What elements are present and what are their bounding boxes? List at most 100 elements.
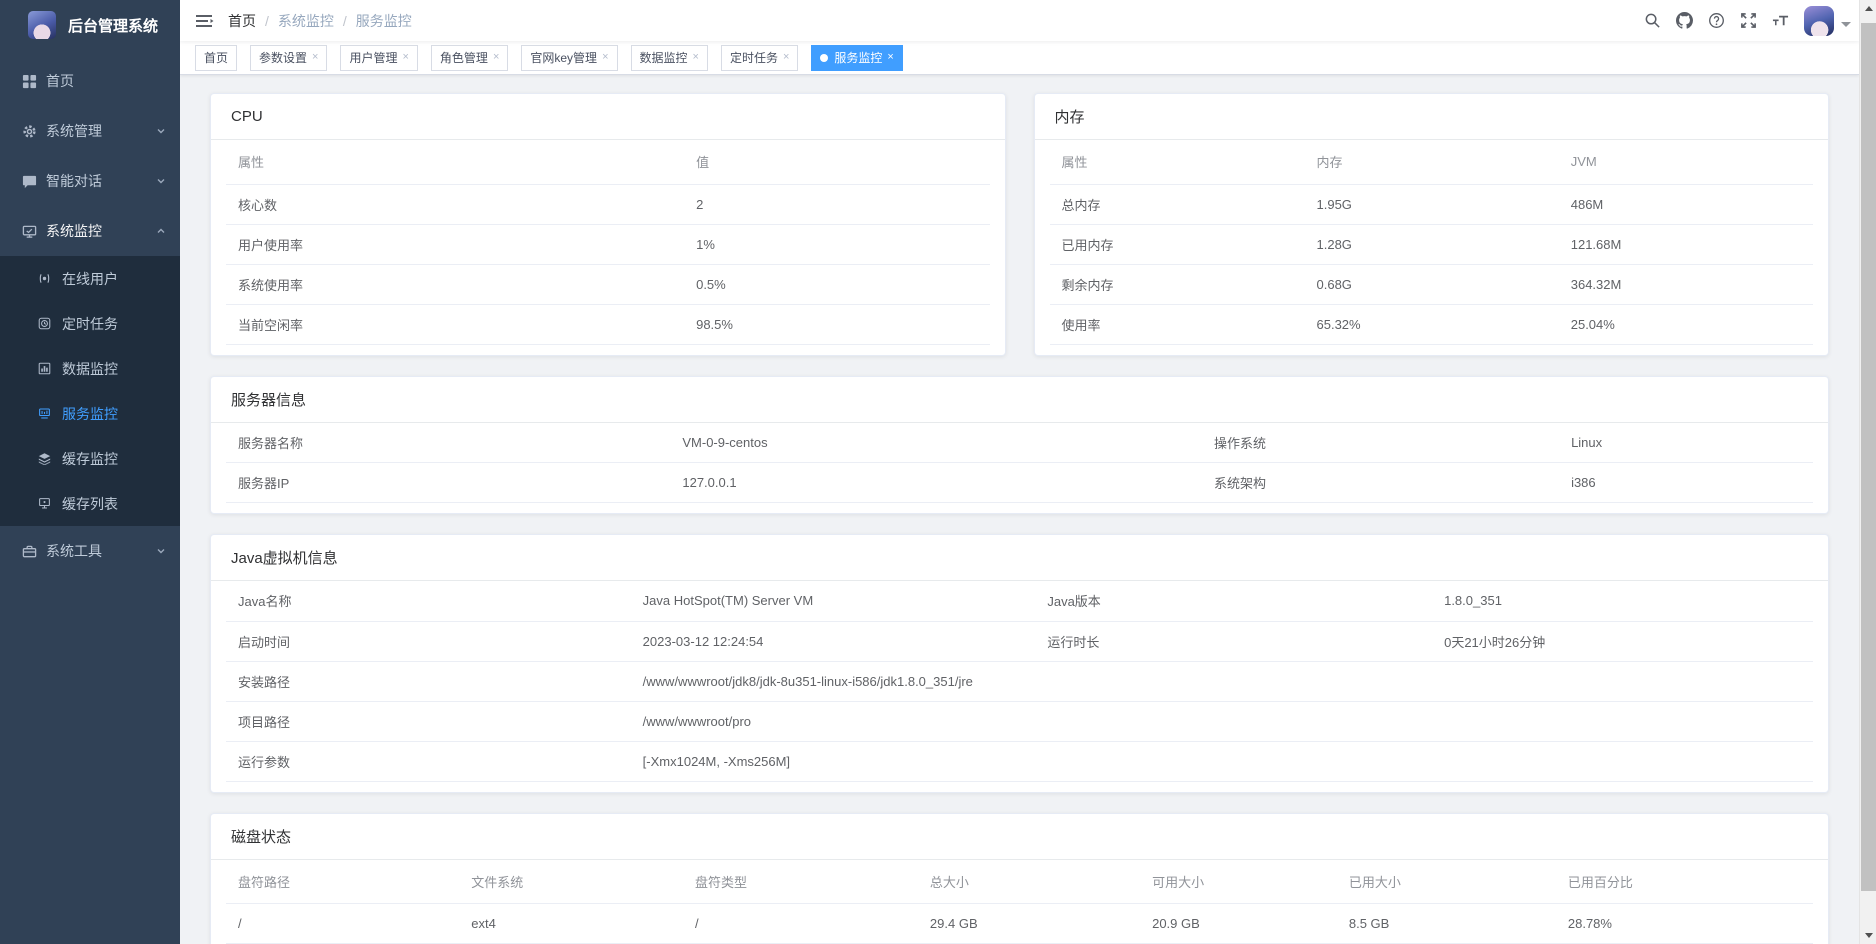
cell-value: [-Xmx1024M, -Xms256M]	[631, 741, 1813, 781]
breadcrumb-home[interactable]: 首页	[228, 11, 256, 31]
cell-label: 系统使用率	[226, 264, 684, 304]
cell-label: 服务器名称	[226, 423, 670, 463]
server-info-card-body: 服务器名称 VM-0-9-centos 操作系统 Linux 服务器IP 127…	[211, 423, 1828, 514]
sidebar-item-cache-monitor[interactable]: 缓存监控	[0, 436, 180, 481]
disk-status-card: 磁盘状态 盘符路径 文件系统 盘符类型 总大小 可用大小	[210, 813, 1829, 944]
close-icon[interactable]: ×	[887, 52, 893, 63]
sidebar-item-label: 定时任务	[62, 314, 166, 334]
tab-scheduled-jobs[interactable]: 定时任务 ×	[721, 45, 798, 71]
scroll-up-button[interactable]	[1860, 0, 1876, 17]
sidebar-item-system-tools[interactable]: 系统工具	[0, 526, 180, 576]
sidebar-item-label: 缓存监控	[62, 449, 166, 469]
page-scrollbar[interactable]	[1859, 0, 1876, 944]
fullscreen-icon	[1740, 12, 1757, 29]
sidebar-item-label: 在线用户	[62, 269, 166, 289]
cell-label: 操作系统	[1202, 423, 1559, 463]
cell-value: 364.32M	[1559, 264, 1813, 304]
tab-label: 参数设置	[259, 49, 307, 66]
help-icon	[1708, 12, 1725, 29]
scrollbar-thumb[interactable]	[1861, 23, 1876, 891]
sidebar-item-scheduled-jobs[interactable]: 定时任务	[0, 301, 180, 346]
tab-data-monitor[interactable]: 数据监控×	[631, 45, 708, 71]
table-row: 核心数2	[226, 184, 990, 224]
tab-service-monitor[interactable]: 服务监控×	[811, 45, 902, 71]
tab-label: 角色管理	[440, 49, 488, 66]
sidebar-item-system-manage[interactable]: 系统管理	[0, 106, 180, 156]
job-icon	[38, 317, 51, 330]
column-header: JVM	[1559, 140, 1813, 184]
sidebar-item-label: 首页	[46, 71, 166, 91]
sidebar-menu: 首页 系统管理 智能对话	[0, 56, 180, 576]
cell-value: 1%	[684, 224, 989, 264]
column-header: 总大小	[918, 860, 1140, 904]
sidebar-item-label: 系统监控	[46, 221, 156, 241]
cell-value: 0.5%	[684, 264, 989, 304]
memory-table: 属性 内存 JVM 总内存1.95G486M 已用内存1.28G121.68M …	[1050, 140, 1814, 345]
tab-label: 定时任务	[730, 49, 778, 66]
cell-value: i386	[1559, 463, 1813, 503]
tab-label: 用户管理	[349, 49, 397, 66]
data-monitor-icon	[38, 362, 51, 375]
cell-value: 65.32%	[1305, 304, 1559, 344]
online-user-icon	[38, 272, 51, 285]
cell-label: 安装路径	[226, 661, 631, 701]
sidebar-item-system-monitor[interactable]: 系统监控	[0, 206, 180, 256]
tags-bar: 首页 参数设置 × 用户管理 × 角色管理 × 官网key管理× 数据监控× 定时任务…	[180, 41, 1859, 75]
table-row: 系统使用率0.5%	[226, 264, 990, 304]
github-button[interactable]	[1668, 5, 1700, 37]
column-header: 盘符路径	[226, 860, 459, 904]
sidebar-item-online-users[interactable]: 在线用户	[0, 256, 180, 301]
column-header: 已用百分比	[1556, 860, 1813, 904]
cell-label: 项目路径	[226, 701, 631, 741]
hamburger-icon[interactable]	[194, 11, 214, 31]
cell-value: /www/wwwroot/pro	[631, 701, 1813, 741]
close-icon[interactable]: ×	[402, 52, 408, 63]
close-icon[interactable]: ×	[602, 52, 608, 63]
search-button[interactable]	[1636, 5, 1668, 37]
memory-card-body: 属性 内存 JVM 总内存1.95G486M 已用内存1.28G121.68M …	[1035, 140, 1829, 355]
search-icon	[1644, 12, 1661, 29]
tab-home[interactable]: 首页	[195, 45, 237, 71]
cell-label: 服务器IP	[226, 463, 670, 503]
close-icon[interactable]: ×	[783, 52, 789, 63]
sidebar-item-smart-chat[interactable]: 智能对话	[0, 156, 180, 206]
cell-value: 2	[684, 184, 989, 224]
cell-value: ext4	[459, 904, 683, 944]
cell-label: 已用内存	[1050, 224, 1305, 264]
tab-user-manage[interactable]: 用户管理 ×	[340, 45, 417, 71]
close-icon[interactable]: ×	[493, 52, 499, 63]
sidebar-item-cache-list[interactable]: 缓存列表	[0, 481, 180, 526]
sidebar-item-service-monitor[interactable]: 服务监控	[0, 391, 180, 436]
cell-value: 1.95G	[1305, 184, 1559, 224]
sidebar: 后台管理系统 首页 系统管理	[0, 0, 180, 944]
table-row: Java名称 Java HotSpot(TM) Server VM Java版本…	[226, 581, 1813, 621]
column-header: 已用大小	[1337, 860, 1556, 904]
tab-key-manage[interactable]: 官网key管理×	[521, 45, 617, 71]
help-button[interactable]	[1700, 5, 1732, 37]
scroll-down-button[interactable]	[1860, 927, 1876, 944]
close-icon[interactable]: ×	[693, 52, 699, 63]
table-row: 安装路径 /www/wwwroot/jdk8/jdk-8u351-linux-i…	[226, 661, 1813, 701]
sidebar-item-data-monitor[interactable]: 数据监控	[0, 346, 180, 391]
close-icon[interactable]: ×	[312, 52, 318, 63]
app-window: 后台管理系统 首页 系统管理	[0, 0, 1876, 944]
fullscreen-button[interactable]	[1732, 5, 1764, 37]
cell-value: 121.68M	[1559, 224, 1813, 264]
jvm-info-card-title: Java虚拟机信息	[211, 535, 1828, 581]
table-row: 总内存1.95G486M	[1050, 184, 1814, 224]
tab-param-settings[interactable]: 参数设置 ×	[250, 45, 327, 71]
font-size-button[interactable]	[1764, 5, 1796, 37]
jvm-info-card: Java虚拟机信息 Java名称 Java HotSpot(TM) Server…	[210, 534, 1829, 793]
chevron-up-icon	[156, 226, 166, 236]
cell-label: Java版本	[1035, 581, 1432, 621]
cell-label: 启动时间	[226, 621, 631, 661]
disk-status-card-body: 盘符路径 文件系统 盘符类型 总大小 可用大小 已用大小 已用百分比 / ext…	[211, 860, 1828, 944]
cell-label: 剩余内存	[1050, 264, 1305, 304]
github-icon	[1676, 12, 1693, 29]
user-menu[interactable]	[1804, 6, 1851, 36]
table-row: 服务器名称 VM-0-9-centos 操作系统 Linux	[226, 423, 1813, 463]
table-row: 当前空闲率98.5%	[226, 304, 990, 344]
cell-label: 运行时长	[1035, 621, 1432, 661]
tab-role-manage[interactable]: 角色管理 ×	[431, 45, 508, 71]
sidebar-item-home[interactable]: 首页	[0, 56, 180, 106]
